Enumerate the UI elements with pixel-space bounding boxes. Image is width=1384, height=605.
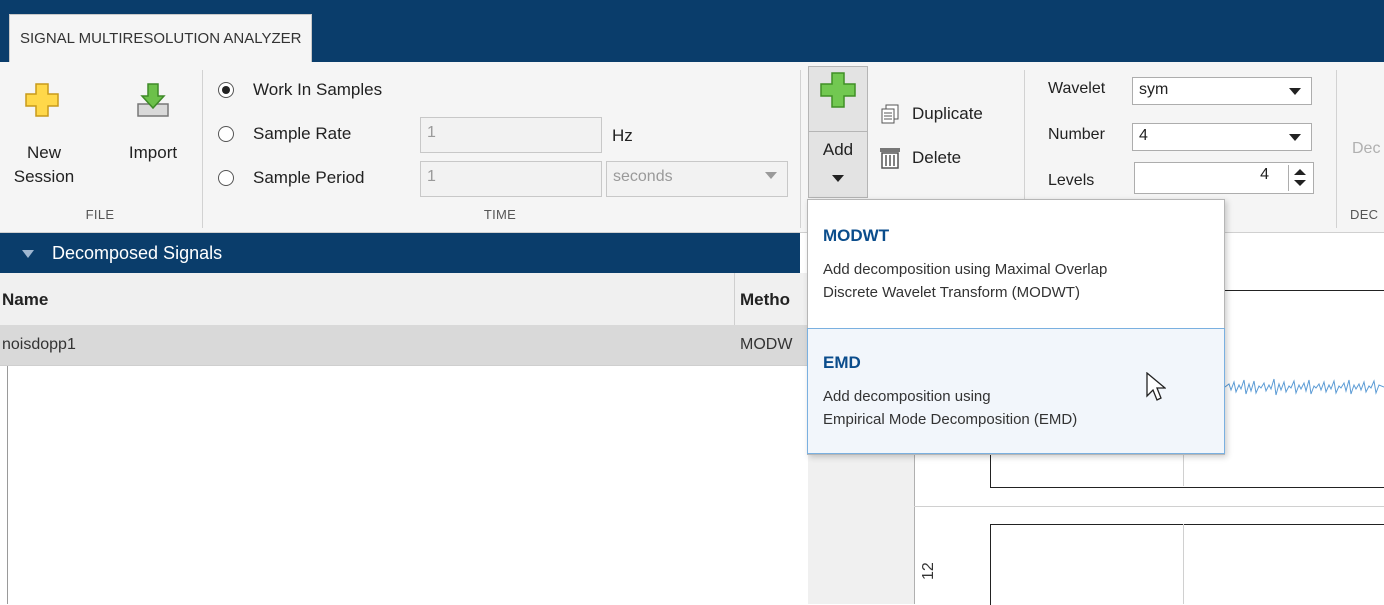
column-header-name[interactable]: Name xyxy=(2,290,48,310)
decompose-button-partial[interactable]: Dec xyxy=(1352,140,1380,158)
period-unit-value: seconds xyxy=(613,168,673,185)
table-border xyxy=(7,366,8,604)
emd-desc-line2: Empirical Mode Decomposition (EMD) xyxy=(823,411,1078,428)
levels-label: Levels xyxy=(1048,172,1095,189)
plot-axes-2 xyxy=(990,524,1384,605)
modwt-title: MODWT xyxy=(823,226,890,245)
column-divider xyxy=(734,273,735,325)
grid-line xyxy=(1183,524,1184,604)
axis-label-partial: 12 xyxy=(920,562,937,580)
modwt-desc-line1: Add decomposition using Maximal Overlap xyxy=(823,261,1108,278)
levels-spinner[interactable]: 4 xyxy=(1134,162,1314,194)
add-label: Add xyxy=(822,140,854,159)
sample-rate-unit: Hz xyxy=(612,126,633,145)
modwt-desc-line2: Discrete Wavelet Transform (MODWT) xyxy=(823,284,1080,301)
add-plus-icon xyxy=(820,72,856,108)
levels-value: 4 xyxy=(1260,166,1269,183)
menu-item-modwt[interactable]: MODWT Add decomposition using Maximal Ov… xyxy=(808,200,1224,326)
number-label: Number xyxy=(1048,126,1105,143)
split-divider xyxy=(809,131,867,132)
row-method-cell: MODW xyxy=(740,336,793,353)
file-group-label: FILE xyxy=(85,207,115,222)
duplicate-button[interactable]: Duplicate xyxy=(876,100,1016,128)
arrow-up-icon[interactable] xyxy=(1294,169,1306,175)
import-label: Import xyxy=(128,143,178,162)
collapse-icon[interactable] xyxy=(22,250,34,258)
sample-period-label: Sample Period xyxy=(253,168,365,187)
number-select[interactable]: 4 xyxy=(1132,123,1312,151)
separator xyxy=(202,70,203,228)
sample-rate-field[interactable]: 1 xyxy=(420,117,602,153)
separator xyxy=(1336,70,1337,228)
chevron-down-icon xyxy=(1289,88,1301,95)
chevron-down-icon xyxy=(1289,134,1301,141)
sample-rate-label: Sample Rate xyxy=(253,124,352,143)
sample-rate-radio[interactable] xyxy=(218,126,234,142)
row-name-cell: noisdopp1 xyxy=(2,336,76,353)
wavelet-label: Wavelet xyxy=(1048,80,1106,97)
number-value: 4 xyxy=(1139,127,1148,144)
sample-period-field[interactable]: 1 xyxy=(420,161,602,197)
mouse-cursor-icon xyxy=(1146,372,1166,401)
separator xyxy=(800,70,801,228)
row-divider xyxy=(0,365,808,366)
import-icon xyxy=(137,83,169,117)
time-group-label: TIME xyxy=(483,207,517,222)
delete-button[interactable]: Delete xyxy=(876,144,1016,172)
table-header xyxy=(0,273,808,326)
chevron-down-icon[interactable] xyxy=(832,175,844,182)
table-row[interactable] xyxy=(0,325,808,365)
levels-stepper[interactable] xyxy=(1288,165,1311,191)
trash-icon xyxy=(880,148,900,169)
emd-title: EMD xyxy=(823,353,861,372)
period-unit-select[interactable]: seconds xyxy=(606,161,788,197)
panel-title: Decomposed Signals xyxy=(52,243,223,263)
new-session-plus-icon xyxy=(25,83,59,117)
chevron-down-icon xyxy=(765,172,777,179)
new-session-label-line2: Session xyxy=(13,167,75,186)
delete-label: Delete xyxy=(912,148,962,167)
new-session-button[interactable]: New Session xyxy=(14,78,74,208)
signal-trace xyxy=(1225,378,1384,396)
column-header-method[interactable]: Metho xyxy=(740,290,790,310)
sample-period-radio[interactable] xyxy=(218,170,234,186)
tab-signal-multiresolution-analyzer[interactable]: SIGNAL MULTIRESOLUTION ANALYZER xyxy=(9,14,313,63)
add-split-button[interactable]: Add xyxy=(808,66,868,198)
wavelet-select[interactable]: sym xyxy=(1132,77,1312,105)
work-in-samples-label: Work In Samples xyxy=(253,80,383,99)
import-button[interactable]: Import xyxy=(118,78,188,208)
duplicate-icon xyxy=(881,104,899,124)
emd-desc-line1: Add decomposition using xyxy=(823,388,991,405)
dec-group-label-partial: DEC xyxy=(1350,207,1379,222)
work-in-samples-radio[interactable] xyxy=(218,82,234,98)
new-session-label-line1: New xyxy=(26,143,61,162)
plot-divider xyxy=(914,506,1384,507)
duplicate-label: Duplicate xyxy=(912,104,983,123)
wavelet-value: sym xyxy=(1139,81,1169,98)
arrow-down-icon[interactable] xyxy=(1294,180,1306,186)
